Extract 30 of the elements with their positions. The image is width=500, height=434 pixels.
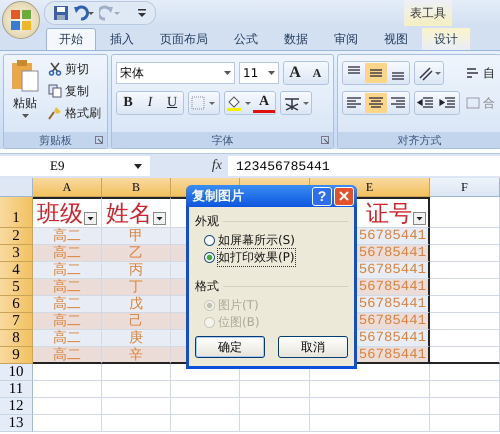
table-cell: 高二 <box>33 296 102 313</box>
group-label: 格式 <box>195 278 219 295</box>
table-cell: 高二 <box>33 228 102 245</box>
group-label: 剪贴板 <box>39 132 72 148</box>
table-cell: 高二 <box>33 245 102 262</box>
group-label: 字体 <box>212 132 234 148</box>
group-label: 对齐方式 <box>398 132 442 148</box>
option-label: 如屏幕所示(S) <box>218 232 295 249</box>
table-cell: 高二 <box>33 262 102 279</box>
dialog-title: 复制图片 <box>192 188 244 205</box>
table-cell: 戊 <box>102 296 171 313</box>
table-cell: 高二 <box>33 279 102 296</box>
table-header-text: 班级 <box>37 200 83 228</box>
table-cell: 庚 <box>102 330 171 347</box>
group-label: 外观 <box>195 213 219 230</box>
option-label: 如打印效果(P) <box>218 249 295 266</box>
table-cell: 高二 <box>33 313 102 330</box>
table-cell: 甲 <box>102 228 171 245</box>
table-cell: 丙 <box>102 262 171 279</box>
table-cell: 丁 <box>102 279 171 296</box>
table-cell: 高二 <box>33 330 102 347</box>
option-label: 图片(T) <box>218 297 259 314</box>
table-header-text: 证号 <box>366 200 412 228</box>
contextual-tab-group: 表工具 <box>404 0 452 26</box>
table-cell: 辛 <box>102 347 171 364</box>
option-label: 位图(B) <box>218 314 260 331</box>
table-cell: 乙 <box>102 245 171 262</box>
table-cell: 高二 <box>33 347 102 364</box>
table-cell: 己 <box>102 313 171 330</box>
table-header-text: 姓名 <box>106 200 152 228</box>
